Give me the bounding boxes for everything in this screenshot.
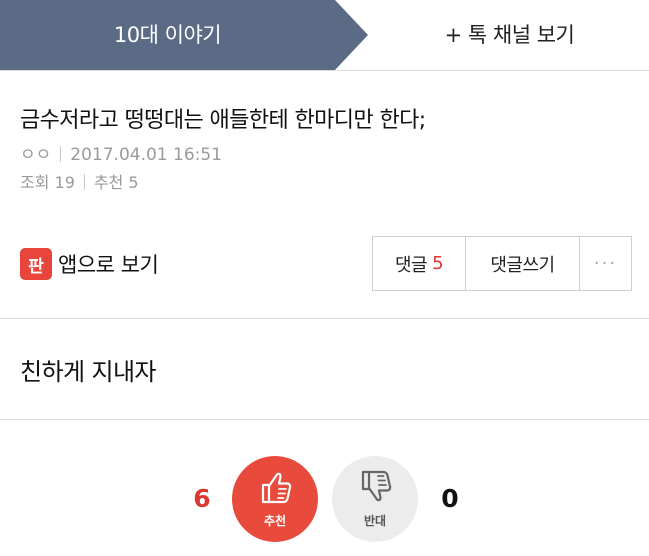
thumbs-down-icon — [361, 470, 392, 502]
recommend-button[interactable]: 추천 — [232, 456, 318, 542]
post-recommend-count: 추천 5 — [93, 173, 139, 192]
recommend-count: 6 — [193, 484, 211, 513]
tab-teen-talk[interactable]: 10대 이야기 — [0, 0, 368, 70]
more-options-button[interactable]: ··· — [580, 237, 631, 290]
post-date: 2017.04.01 16:51 — [70, 145, 223, 165]
tab-view-channels[interactable]: + 톡 채널 보기 — [370, 0, 649, 70]
channel-tab-bar: 10대 이야기 + 톡 채널 보기 — [0, 0, 649, 71]
view-in-app-label: 앱으로 보기 — [58, 253, 159, 277]
thumbs-up-icon — [261, 472, 292, 504]
divider — [0, 318, 649, 319]
comments-label: 댓글 — [394, 254, 428, 276]
post-views: 조회 19 — [20, 173, 75, 192]
meta-separator — [83, 174, 85, 190]
divider — [0, 419, 649, 420]
comments-button[interactable]: 댓글 5 — [373, 237, 466, 290]
recommend-label: 추천 — [263, 514, 287, 528]
pann-app-icon: 판 — [20, 248, 52, 280]
oppose-button[interactable]: 반대 — [332, 456, 418, 542]
write-comment-button[interactable]: 댓글쓰기 — [466, 237, 580, 290]
comments-count: 5 — [432, 253, 444, 274]
post-meta-stats: 조회 19 추천 5 — [20, 169, 139, 193]
oppose-label: 반대 — [363, 514, 387, 528]
app-icon-glyph: 판 — [28, 256, 44, 277]
post-action-buttons: 댓글 5 댓글쓰기 ··· — [372, 236, 632, 291]
post-title: 금수저라고 떵떵대는 애들한테 한마디만 한다; — [20, 108, 426, 133]
post-meta-author-date: ㅇㅇ 2017.04.01 16:51 — [20, 140, 222, 165]
oppose-count: 0 — [441, 484, 459, 513]
tab-teen-talk-label: 10대 이야기 — [113, 23, 222, 47]
post-author: ㅇㅇ — [20, 145, 52, 165]
post-body: 친하게 지내자 — [20, 358, 157, 386]
view-in-app-link[interactable]: 판 앱으로 보기 — [20, 246, 159, 282]
meta-separator — [60, 146, 62, 162]
